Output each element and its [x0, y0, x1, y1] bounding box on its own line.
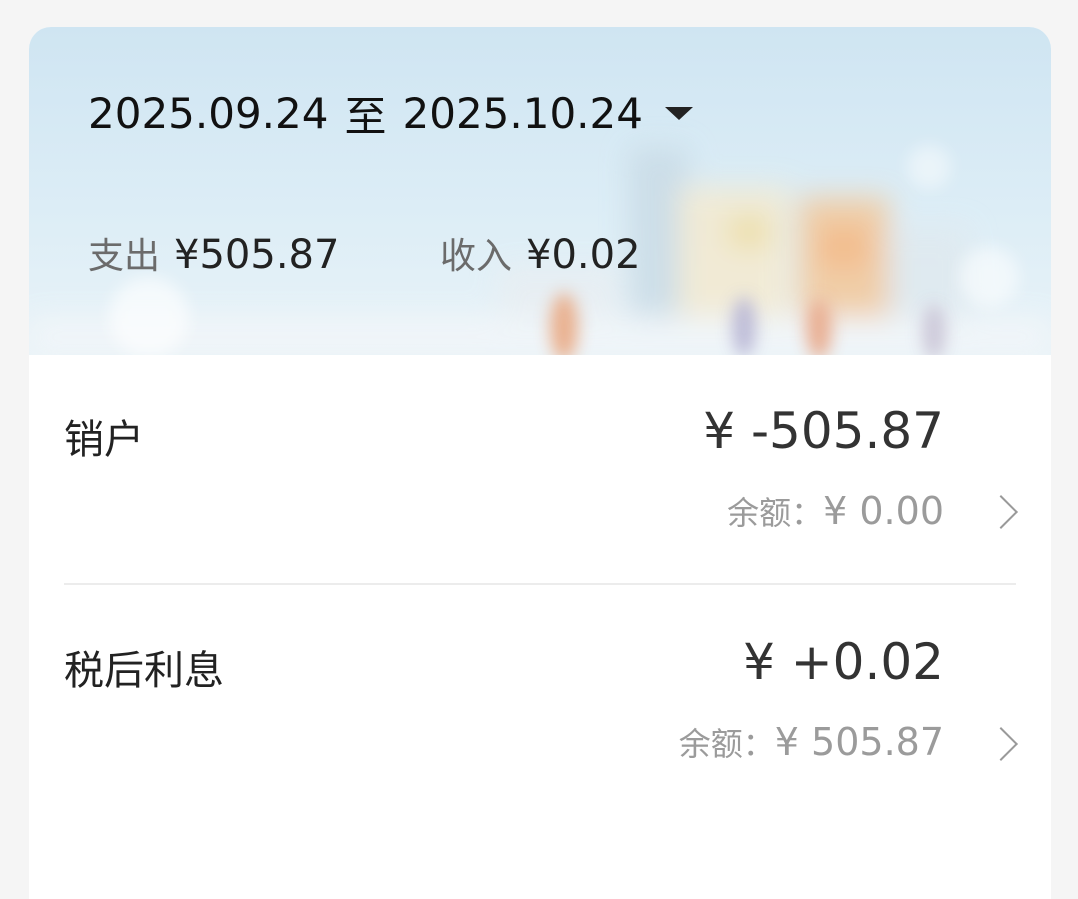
balance-label: 余额：	[678, 725, 775, 763]
transaction-title: 销户	[64, 417, 144, 463]
chevron-right-icon[interactable]	[984, 727, 1018, 761]
transaction-row[interactable]: 税后利息 ¥ +0.02 余额：¥ 505.87	[29, 585, 1051, 815]
chevron-right-icon[interactable]	[984, 495, 1018, 529]
income-summary: 收入 ¥0.02	[440, 227, 641, 279]
transaction-balance: 余额：¥ 0.00	[727, 488, 944, 534]
date-range-separator: 至	[344, 91, 387, 141]
end-date: 2025.10.24	[402, 88, 643, 138]
transaction-amount: ¥ +0.02	[743, 633, 944, 691]
transaction-balance: 余额：¥ 505.87	[679, 719, 944, 765]
balance-value: ¥ 505.87	[774, 720, 944, 764]
date-summary-header: 2025.09.24 至 2025.10.24 支出 ¥505.87 收入 ¥0…	[29, 27, 1051, 355]
transaction-title: 税后利息	[64, 648, 224, 694]
balance-label: 余额：	[727, 494, 824, 532]
balance-value: ¥ 0.00	[823, 489, 944, 533]
winter-town-illustration	[29, 145, 1051, 355]
income-value: ¥0.02	[526, 232, 641, 278]
transaction-amount: ¥ -505.87	[703, 402, 944, 460]
date-range-selector[interactable]: 2025.09.24 至 2025.10.24	[88, 85, 693, 141]
start-date: 2025.09.24	[88, 88, 329, 138]
caret-down-icon[interactable]	[664, 106, 693, 120]
transaction-row[interactable]: 销户 ¥ -505.87 余额：¥ 0.00	[29, 355, 1051, 583]
income-label: 收入	[440, 236, 513, 277]
statement-card: 2025.09.24 至 2025.10.24 支出 ¥505.87 收入 ¥0…	[29, 27, 1051, 899]
expense-label: 支出	[88, 236, 161, 277]
expense-value: ¥505.87	[174, 232, 340, 278]
expense-summary: 支出 ¥505.87	[88, 227, 339, 279]
